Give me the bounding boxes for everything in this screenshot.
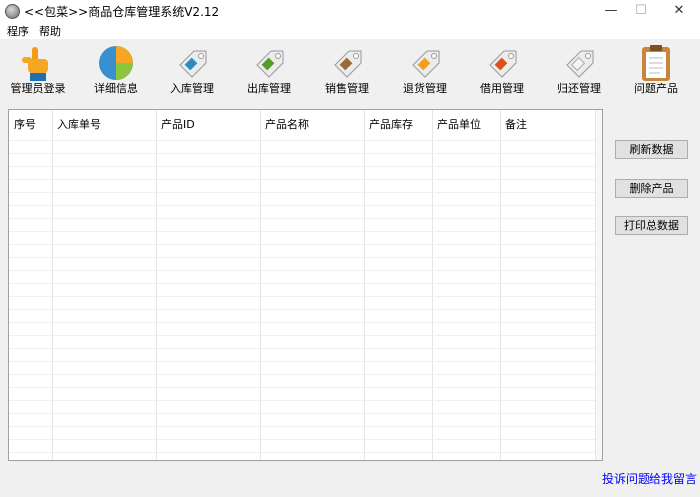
table-row-line [9, 296, 602, 297]
column-header[interactable]: 备注 [505, 116, 527, 132]
close-button[interactable]: ✕ [656, 0, 700, 22]
admin-login-button[interactable]: 管理员登录 [4, 41, 72, 99]
table-row-line [9, 361, 602, 362]
menu-help[interactable]: 帮助 [39, 23, 61, 39]
returns-button[interactable]: 退货管理 [391, 41, 459, 99]
stock-in-button[interactable]: 入库管理 [158, 41, 226, 99]
table-row-line [9, 179, 602, 180]
table-row-line [9, 413, 602, 414]
vertical-scrollbar[interactable] [595, 110, 602, 460]
tool-label: 归还管理 [557, 82, 601, 95]
column-header[interactable]: 入库单号 [57, 116, 101, 132]
tool-label: 管理员登录 [10, 82, 66, 95]
problem-products-button[interactable]: 问题产品 [622, 41, 690, 99]
column-notes: 备注 [501, 110, 595, 460]
menu-bar: 程序 帮助 [0, 22, 700, 39]
table-row-line [9, 270, 602, 271]
table-row-line [9, 205, 602, 206]
stock-out-button[interactable]: 出库管理 [235, 41, 303, 99]
tool-label: 入库管理 [170, 82, 214, 95]
column-header[interactable]: 产品ID [161, 116, 195, 132]
pie-chart-icon [99, 46, 133, 80]
column-header[interactable]: 产品库存 [369, 116, 413, 132]
message-link[interactable]: 给我留言 [649, 470, 697, 487]
delete-product-button[interactable]: 删除产品 [615, 179, 688, 198]
table-row-line [9, 335, 602, 336]
tag-icon [566, 50, 594, 78]
table-row-line [9, 400, 602, 401]
table-row-line [9, 309, 602, 310]
table-row-line [9, 439, 602, 440]
table-row-line [9, 231, 602, 232]
column-product-name: 产品名称 [261, 110, 365, 460]
table-row-line [9, 153, 602, 154]
table-row-line [9, 244, 602, 245]
column-unit: 产品单位 [433, 110, 501, 460]
tool-label: 详细信息 [94, 82, 138, 95]
details-button[interactable]: 详细信息 [82, 41, 150, 99]
table-row-line [9, 348, 602, 349]
table-row-line [9, 283, 602, 284]
column-order-no: 入库单号 [53, 110, 157, 460]
tag-icon [256, 50, 284, 78]
table-row-line [9, 140, 602, 141]
tool-label: 问题产品 [634, 82, 678, 95]
tool-label: 借用管理 [480, 82, 524, 95]
tag-icon [412, 50, 440, 78]
table-row-line [9, 426, 602, 427]
column-header[interactable]: 序号 [14, 116, 36, 132]
print-all-button[interactable]: 打印总数据 [615, 216, 688, 235]
table-row-line [9, 374, 602, 375]
refresh-button[interactable]: 刷新数据 [615, 140, 688, 159]
table-row-line [9, 218, 602, 219]
tag-icon [334, 50, 362, 78]
tool-label: 销售管理 [325, 82, 369, 95]
tool-label: 退货管理 [403, 82, 447, 95]
app-icon [5, 4, 20, 19]
return-button[interactable]: 归还管理 [545, 41, 613, 99]
menu-program[interactable]: 程序 [7, 23, 29, 39]
title-bar: <<包菜>>商品仓库管理系统V2.12 — ☐ ✕ [0, 0, 700, 22]
toolbar: 管理员登录 详细信息 入库管理 出库管理 销售管理 退货管理 借用管理 归还管理… [0, 39, 700, 101]
complain-link[interactable]: 投诉问题 [602, 470, 650, 487]
table-row-line [9, 322, 602, 323]
tool-label: 出库管理 [247, 82, 291, 95]
column-product-id: 产品ID [157, 110, 261, 460]
window-title: <<包菜>>商品仓库管理系统V2.12 [24, 5, 220, 19]
column-header[interactable]: 产品名称 [265, 116, 309, 132]
table-row-line [9, 257, 602, 258]
tag-icon [179, 50, 207, 78]
column-stock: 产品库存 [365, 110, 433, 460]
borrow-button[interactable]: 借用管理 [468, 41, 536, 99]
sales-button[interactable]: 销售管理 [313, 41, 381, 99]
table-row-line [9, 166, 602, 167]
column-index: 序号 [9, 110, 53, 460]
pointing-hand-icon [22, 47, 48, 81]
table-row-line [9, 452, 602, 453]
table-row-line [9, 192, 602, 193]
table-row-line [9, 387, 602, 388]
product-table[interactable]: 序号 入库单号 产品ID 产品名称 产品库存 产品单位 备注 [8, 109, 603, 461]
column-header[interactable]: 产品单位 [437, 116, 481, 132]
clipboard-icon [642, 45, 670, 81]
tag-icon [489, 50, 517, 78]
